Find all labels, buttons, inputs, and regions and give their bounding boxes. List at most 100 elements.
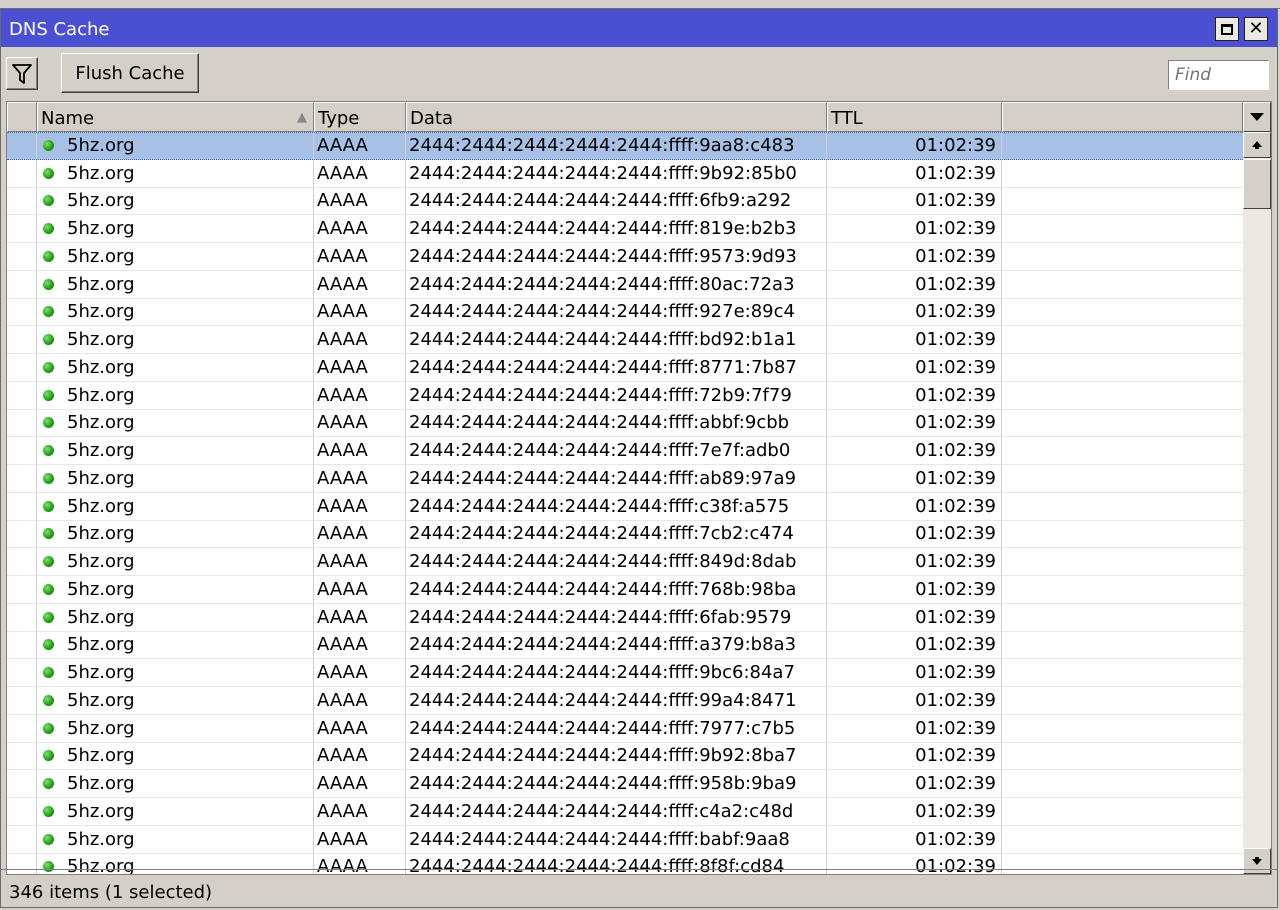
title-bar[interactable]: DNS Cache ✕ <box>1 9 1277 47</box>
row-marker <box>7 548 37 575</box>
status-dot-icon <box>43 778 54 790</box>
name-text: 5hz.org <box>67 218 135 240</box>
name-text: 5hz.org <box>67 606 135 628</box>
row-marker <box>7 215 37 242</box>
cell-data: 2444:2444:2444:2444:2444:ffff:9aa8:c483 <box>406 133 827 159</box>
table-row[interactable]: 5hz.org AAAA 2444:2444:2444:2444:2444:ffff… <box>7 631 1243 660</box>
maximize-button[interactable] <box>1215 17 1239 41</box>
cell-type: AAAA <box>314 354 406 381</box>
scroll-up-button[interactable] <box>1243 132 1271 158</box>
cell-data: 2444:2444:2444:2444:2444:ffff:9b92:8ba7 <box>406 742 827 770</box>
row-marker <box>7 492 37 520</box>
status-dot-icon <box>43 223 54 235</box>
cell-type: AAAA <box>314 714 406 742</box>
table-row[interactable]: 5hz.org AAAA 2444:2444:2444:2444:2444:ffff… <box>7 354 1243 382</box>
row-marker <box>7 326 37 353</box>
table-row[interactable]: 5hz.org AAAA 2444:2444:2444:2444:2444:ffff… <box>7 825 1243 854</box>
cell-type: AAAA <box>314 298 406 326</box>
table-row[interactable]: 5hz.org AAAA 2444:2444:2444:2444:2444:ffff… <box>7 243 1243 271</box>
table-row[interactable]: 5hz.org AAAA 2444:2444:2444:2444:2444:ffff… <box>7 270 1243 299</box>
name-text: 5hz.org <box>67 495 135 517</box>
cell-data: 2444:2444:2444:2444:2444:ffff:72b9:7f79 <box>406 381 827 409</box>
cell-type: AAAA <box>314 243 406 270</box>
table-row[interactable]: 5hz.org AAAA 2444:2444:2444:2444:2444:ffff… <box>7 159 1243 188</box>
status-dot-icon <box>43 805 54 817</box>
cell-empty <box>1002 271 1243 298</box>
status-dot-icon <box>43 306 54 318</box>
arrow-down-icon <box>1252 857 1262 865</box>
cell-ttl: 01:02:39 <box>827 742 1002 770</box>
table-row[interactable]: 5hz.org AAAA 2444:2444:2444:2444:2444:ffff… <box>7 520 1243 549</box>
scrollbar-thumb[interactable] <box>1243 159 1271 209</box>
status-dot-icon <box>43 445 54 457</box>
cell-name: 5hz.org <box>37 659 314 686</box>
maximize-icon <box>1221 23 1233 35</box>
table-row[interactable]: 5hz.org AAAA 2444:2444:2444:2444:2444:ffff… <box>7 326 1243 354</box>
table-row[interactable]: 5hz.org AAAA 2444:2444:2444:2444:2444:ffff… <box>7 409 1243 438</box>
header-type[interactable]: Type <box>314 102 406 132</box>
table-row[interactable]: 5hz.org AAAA 2444:2444:2444:2444:2444:ffff… <box>7 215 1243 243</box>
name-text: 5hz.org <box>67 384 135 406</box>
table-row[interactable]: 5hz.org AAAA 2444:2444:2444:2444:2444:ffff… <box>7 714 1243 743</box>
cell-data: 2444:2444:2444:2444:2444:ffff:6fab:9579 <box>406 603 827 631</box>
cell-empty <box>1002 437 1243 464</box>
find-input[interactable] <box>1168 60 1269 90</box>
row-marker <box>7 603 37 631</box>
cell-ttl: 01:02:39 <box>827 548 1002 575</box>
header-empty <box>1002 102 1243 132</box>
table-row[interactable]: 5hz.org AAAA 2444:2444:2444:2444:2444:ffff… <box>7 576 1243 604</box>
cell-empty <box>1002 548 1243 575</box>
cell-empty <box>1002 160 1243 187</box>
filter-button[interactable] <box>6 57 38 90</box>
table-row[interactable]: 5hz.org AAAA 2444:2444:2444:2444:2444:ffff… <box>7 298 1243 327</box>
table-row[interactable]: 5hz.org AAAA 2444:2444:2444:2444:2444:ffff… <box>7 492 1243 521</box>
arrow-up-icon <box>1252 141 1262 149</box>
header-name[interactable]: Name ▲ <box>37 102 314 132</box>
name-text: 5hz.org <box>67 634 135 656</box>
cell-name: 5hz.org <box>37 492 314 520</box>
cell-type: AAAA <box>314 631 406 659</box>
table-row[interactable]: 5hz.org AAAA 2444:2444:2444:2444:2444:ffff… <box>7 659 1243 687</box>
cell-empty <box>1002 632 1243 659</box>
cell-ttl: 01:02:39 <box>827 298 1002 326</box>
cell-ttl: 01:02:39 <box>827 631 1002 659</box>
cell-ttl: 01:02:39 <box>827 437 1002 464</box>
cell-data: 2444:2444:2444:2444:2444:ffff:a379:b8a3 <box>406 631 827 659</box>
table-row[interactable]: 5hz.org AAAA 2444:2444:2444:2444:2444:ffff… <box>7 603 1243 632</box>
cell-data: 2444:2444:2444:2444:2444:ffff:9b92:85b0 <box>406 159 827 187</box>
table-row[interactable]: 5hz.org AAAA 2444:2444:2444:2444:2444:ffff… <box>7 381 1243 410</box>
table-row[interactable]: 5hz.org AAAA 2444:2444:2444:2444:2444:ffff… <box>7 465 1243 493</box>
cell-empty <box>1002 715 1243 742</box>
table-row[interactable]: 5hz.org AAAA 2444:2444:2444:2444:2444:ffff… <box>7 798 1243 826</box>
table-row[interactable]: 5hz.org AAAA 2444:2444:2444:2444:2444:ffff… <box>7 437 1243 465</box>
row-marker <box>7 298 37 326</box>
cell-ttl: 01:02:39 <box>827 520 1002 548</box>
cell-data: 2444:2444:2444:2444:2444:ffff:958b:9ba9 <box>406 770 827 797</box>
flush-cache-button[interactable]: Flush Cache <box>61 53 199 93</box>
table-row[interactable]: 5hz.org AAAA 2444:2444:2444:2444:2444:ffff… <box>7 132 1243 160</box>
cell-data: 2444:2444:2444:2444:2444:ffff:bd92:b1a1 <box>406 326 827 353</box>
header-data[interactable]: Data <box>406 102 827 132</box>
cell-empty <box>1002 326 1243 353</box>
header-ttl[interactable]: TTL <box>827 102 1002 132</box>
row-marker <box>7 825 37 853</box>
status-dot-icon <box>43 611 54 623</box>
vertical-scrollbar[interactable] <box>1243 102 1271 874</box>
name-text: 5hz.org <box>67 273 135 295</box>
status-dot-icon <box>43 389 54 401</box>
table-row[interactable]: 5hz.org AAAA 2444:2444:2444:2444:2444:ffff… <box>7 187 1243 216</box>
cell-empty <box>1002 687 1243 714</box>
status-dot-icon <box>43 556 54 568</box>
status-dot-icon <box>43 750 54 762</box>
table-row[interactable]: 5hz.org AAAA 2444:2444:2444:2444:2444:ffff… <box>7 687 1243 715</box>
table-row[interactable]: 5hz.org AAAA 2444:2444:2444:2444:2444:ffff… <box>7 548 1243 576</box>
cell-name: 5hz.org <box>37 187 314 215</box>
cell-name: 5hz.org <box>37 825 314 853</box>
column-menu-button[interactable] <box>1243 102 1271 132</box>
close-button[interactable]: ✕ <box>1244 17 1268 41</box>
table-row[interactable]: 5hz.org AAAA 2444:2444:2444:2444:2444:ffff… <box>7 742 1243 771</box>
name-text: 5hz.org <box>67 828 135 850</box>
table-row[interactable]: 5hz.org AAAA 2444:2444:2444:2444:2444:ffff… <box>7 770 1243 798</box>
cell-type: AAAA <box>314 576 406 603</box>
cell-data: 2444:2444:2444:2444:2444:ffff:768b:98ba <box>406 576 827 603</box>
